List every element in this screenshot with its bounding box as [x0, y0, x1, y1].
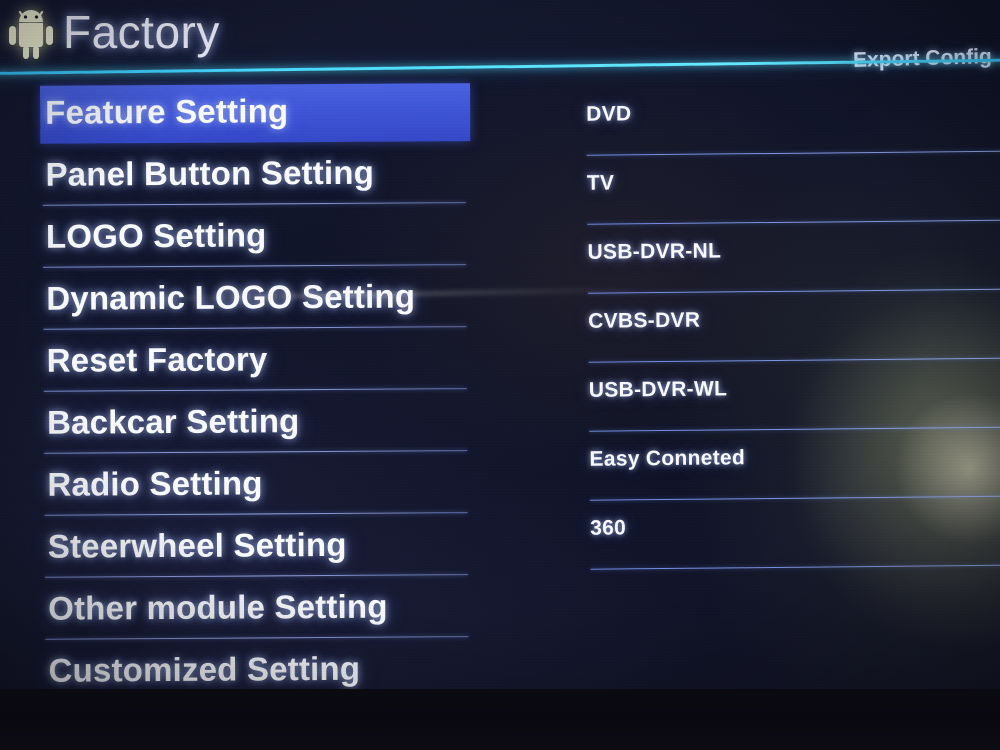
- sidebar-item-divider: [43, 263, 467, 268]
- list-item-label: CVBS-DVR: [588, 308, 701, 333]
- options-list: DVD TV USB-DVR-NL CVBS-DVR USB-DVR-WL Ea: [560, 91, 1000, 578]
- list-item-dvd[interactable]: DVD: [560, 91, 1000, 164]
- sidebar-item-dynamic-logo-setting[interactable]: Dynamic LOGO Setting: [1, 271, 501, 336]
- list-item-360[interactable]: 360: [564, 505, 1000, 578]
- list-item-label: 360: [590, 516, 627, 540]
- list-item-tv[interactable]: TV: [561, 160, 1000, 233]
- lcd-panel: Factory Export Config Feature Setting Pa…: [0, 0, 1000, 689]
- list-item-divider: [588, 351, 1000, 363]
- settings-sidebar: Feature Setting Panel Button Setting LOG…: [0, 83, 504, 689]
- sidebar-item-divider: [44, 449, 468, 454]
- list-item-usb-dvr-wl[interactable]: USB-DVR-WL: [563, 367, 1000, 440]
- header-bar: Factory Export Config: [0, 0, 1000, 80]
- sidebar-item-label: Reset Factory: [46, 340, 268, 379]
- screen-bottom-bezel: [0, 689, 1000, 750]
- sidebar-item-label: Steerwheel Setting: [47, 525, 347, 565]
- list-item-usb-dvr-nl[interactable]: USB-DVR-NL: [561, 229, 1000, 302]
- list-item-divider: [590, 558, 1000, 570]
- list-item-divider: [586, 145, 1000, 156]
- sidebar-item-label: Backcar Setting: [46, 402, 300, 441]
- sidebar-item-customized-setting[interactable]: Customized Setting: [3, 643, 503, 689]
- sidebar-item-backcar-setting[interactable]: Backcar Setting: [2, 395, 502, 460]
- sidebar-item-label: LOGO Setting: [45, 216, 267, 255]
- list-item-easy-conneted[interactable]: Easy Conneted: [563, 436, 1000, 509]
- sidebar-item-panel-button-setting[interactable]: Panel Button Setting: [0, 147, 500, 212]
- list-item-label: USB-DVR-WL: [588, 377, 728, 402]
- sidebar-item-divider: [44, 511, 468, 516]
- header-divider: [0, 58, 1000, 75]
- sidebar-item-label: Panel Button Setting: [45, 153, 375, 193]
- android-robot-icon: [9, 10, 53, 59]
- sidebar-item-other-module-setting[interactable]: Other module Setting: [3, 581, 503, 646]
- sidebar-item-divider: [42, 201, 466, 206]
- sidebar-item-label: Dynamic LOGO Setting: [46, 277, 416, 317]
- sidebar-item-divider: [44, 573, 468, 578]
- list-item-label: USB-DVR-NL: [587, 239, 722, 264]
- list-item-divider: [587, 214, 1000, 225]
- sidebar-item-feature-setting[interactable]: Feature Setting: [0, 83, 500, 150]
- sidebar-item-radio-setting[interactable]: Radio Setting: [2, 457, 502, 522]
- list-item-label: Easy Conneted: [589, 446, 746, 471]
- sidebar-item-label: Feature Setting: [45, 92, 289, 131]
- sidebar-item-logo-setting[interactable]: LOGO Setting: [1, 209, 501, 274]
- list-item-cvbs-dvr[interactable]: CVBS-DVR: [562, 298, 1000, 371]
- factory-settings-screen: Factory Export Config Feature Setting Pa…: [0, 0, 1000, 750]
- page-title: Factory: [63, 6, 220, 58]
- sidebar-item-divider: [43, 387, 467, 392]
- sidebar-item-label: Radio Setting: [47, 464, 263, 503]
- sidebar-item-reset-factory[interactable]: Reset Factory: [2, 333, 502, 398]
- list-item-label: TV: [586, 171, 615, 195]
- list-item-divider: [587, 283, 1000, 294]
- list-item-divider: [589, 489, 1000, 501]
- sidebar-item-divider: [43, 325, 467, 330]
- sidebar-item-label: Customized Setting: [48, 649, 361, 689]
- list-item-label: DVD: [586, 102, 632, 126]
- list-item-divider: [589, 420, 1000, 432]
- sidebar-item-divider: [45, 635, 469, 640]
- sidebar-item-label: Other module Setting: [48, 587, 388, 627]
- sidebar-item-steerwheel-setting[interactable]: Steerwheel Setting: [3, 519, 503, 584]
